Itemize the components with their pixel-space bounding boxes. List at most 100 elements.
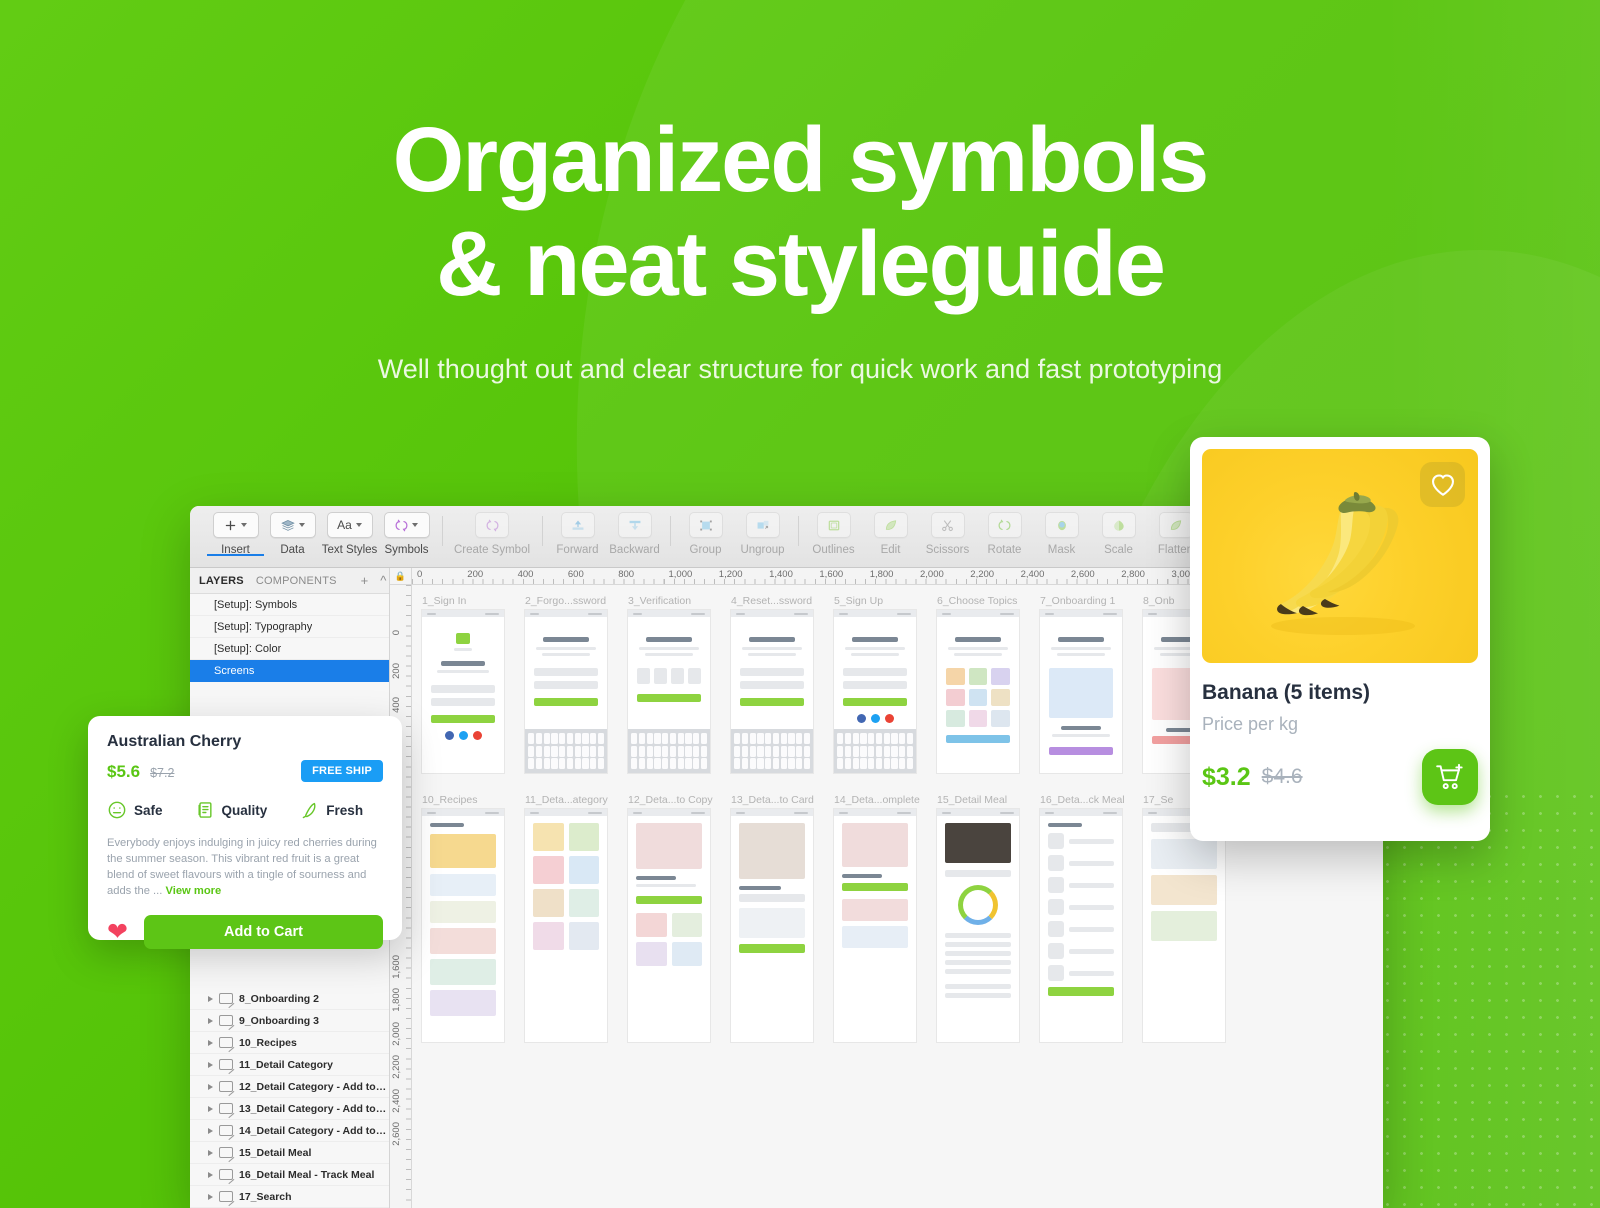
add-to-cart-icon-button[interactable]: [1422, 749, 1478, 805]
disclosure-triangle-icon[interactable]: [208, 1039, 213, 1046]
artboard[interactable]: 7_Onboarding 1: [1040, 595, 1122, 773]
artboard-canvas[interactable]: [1040, 809, 1122, 1042]
layer-item[interactable]: 16_Detail Meal - Track Meal: [190, 1164, 389, 1186]
artboard-canvas[interactable]: [525, 610, 607, 773]
artboard[interactable]: 5_Sign Up: [834, 595, 916, 773]
artboard[interactable]: 2_Forgo...ssword: [525, 595, 607, 773]
disclosure-triangle-icon[interactable]: [208, 1127, 213, 1134]
outlines-icon[interactable]: [816, 512, 851, 538]
toolbar-item-ungroup[interactable]: Ungroup: [734, 512, 791, 556]
move-forward-icon[interactable]: [560, 512, 595, 538]
disclosure-triangle-icon[interactable]: [208, 1171, 213, 1178]
mask-icon[interactable]: [1044, 512, 1079, 538]
layer-item[interactable]: [Setup]: Symbols: [190, 594, 389, 616]
chevron-up-icon[interactable]: ^: [380, 573, 386, 588]
artboard[interactable]: 11_Deta...ategory: [525, 794, 608, 1042]
artboard[interactable]: 12_Deta...to Copy: [628, 794, 713, 1042]
artboard[interactable]: 1_Sign In: [422, 595, 504, 773]
toolbar-item-scale[interactable]: Scale: [1090, 512, 1147, 556]
layer-item[interactable]: 8_Onboarding 2: [190, 988, 389, 1010]
artboard-canvas[interactable]: [422, 610, 504, 773]
layers-icon[interactable]: [269, 512, 316, 538]
plus-icon[interactable]: [212, 512, 259, 538]
disclosure-triangle-icon[interactable]: [208, 1061, 213, 1068]
disclosure-triangle-icon[interactable]: [208, 1105, 213, 1112]
symbol-loop-icon[interactable]: [475, 512, 509, 538]
disclosure-triangle-icon[interactable]: [208, 1017, 213, 1024]
group-icon[interactable]: [688, 512, 723, 538]
edit-icon[interactable]: [873, 512, 908, 538]
heart-filled-icon[interactable]: ❤: [107, 919, 128, 945]
artboard[interactable]: 13_Deta...to Card: [731, 794, 814, 1042]
artboard[interactable]: 15_Detail Meal: [937, 794, 1019, 1042]
tab-layers[interactable]: LAYERS: [199, 575, 244, 587]
symbol-loop-icon[interactable]: [383, 512, 430, 538]
add-to-cart-button[interactable]: Add to Cart: [143, 915, 383, 949]
layer-item[interactable]: [Setup]: Color: [190, 638, 389, 660]
layer-item[interactable]: 17_Search: [190, 1186, 389, 1208]
artboard-canvas[interactable]: [1143, 809, 1225, 1042]
product-card-banana[interactable]: Banana (5 items) Price per kg $3.2 $4.6: [1190, 437, 1490, 841]
artboard[interactable]: 3_Verification: [628, 595, 710, 773]
artboard-canvas[interactable]: [834, 809, 916, 1042]
layers-list-bottom[interactable]: 8_Onboarding 2 9_Onboarding 3 10_Recipes 11…: [190, 988, 389, 1208]
flatten-icon[interactable]: [1158, 512, 1193, 538]
layer-item[interactable]: 12_Detail Category - Add to C...: [190, 1076, 389, 1098]
artboard-canvas[interactable]: [937, 610, 1019, 773]
lock-icon[interactable]: 🔒: [395, 571, 406, 582]
toolbar-item-create-symbol[interactable]: Create Symbol: [449, 512, 535, 556]
favorite-button[interactable]: [1420, 462, 1465, 507]
layer-item[interactable]: [Setup]: Typography: [190, 616, 389, 638]
toolbar-item-text-styles[interactable]: Aa Text Styles: [321, 512, 378, 556]
artboard-canvas[interactable]: [937, 809, 1019, 1042]
artboard-canvas[interactable]: [1040, 610, 1122, 773]
artboard[interactable]: 16_Deta...ck Meal: [1040, 794, 1125, 1042]
scale-icon[interactable]: [1101, 512, 1136, 538]
tab-components[interactable]: COMPONENTS: [256, 575, 337, 587]
disclosure-triangle-icon[interactable]: [208, 1193, 213, 1200]
move-backward-icon[interactable]: [617, 512, 652, 538]
layer-item[interactable]: 15_Detail Meal: [190, 1142, 389, 1164]
toolbar-item-data[interactable]: Data: [264, 512, 321, 556]
chevron-down-icon[interactable]: [298, 523, 305, 527]
layer-item[interactable]: Screens: [190, 660, 389, 682]
toolbar-item-forward[interactable]: Forward: [549, 512, 606, 556]
toolbar-item-rotate[interactable]: Rotate: [976, 512, 1033, 556]
chevron-down-icon[interactable]: [241, 523, 247, 527]
artboard-canvas[interactable]: [525, 809, 607, 1042]
toolbar-item-group[interactable]: Group: [677, 512, 734, 556]
layer-item[interactable]: 11_Detail Category: [190, 1054, 389, 1076]
layer-item[interactable]: 14_Detail Category - Add to C...: [190, 1120, 389, 1142]
layer-item[interactable]: 9_Onboarding 3: [190, 1010, 389, 1032]
artboard[interactable]: 4_Reset...ssword: [731, 595, 813, 773]
toolbar-item-backward[interactable]: Backward: [606, 512, 663, 556]
artboard[interactable]: 14_Deta...omplete: [834, 794, 920, 1042]
chevron-down-icon[interactable]: [355, 523, 362, 527]
artboard[interactable]: 6_Choose Topics: [937, 595, 1019, 773]
layer-item[interactable]: 13_Detail Category - Add to C...: [190, 1098, 389, 1120]
plus-icon[interactable]: +: [361, 573, 369, 588]
disclosure-triangle-icon[interactable]: [208, 1149, 213, 1156]
view-more-link[interactable]: View more: [165, 885, 221, 897]
toolbar-item-symbols[interactable]: Symbols: [378, 512, 435, 556]
scissors-icon[interactable]: [930, 512, 965, 538]
text-aa-icon[interactable]: Aa: [326, 512, 373, 538]
artboard-canvas[interactable]: [834, 610, 916, 773]
toolbar-item-mask[interactable]: Mask: [1033, 512, 1090, 556]
artboard-canvas[interactable]: [731, 610, 813, 773]
artboard[interactable]: 10_Recipes: [422, 794, 504, 1042]
rotate-icon[interactable]: [987, 512, 1022, 538]
artboard-canvas[interactable]: [628, 610, 710, 773]
artboard-canvas[interactable]: [731, 809, 813, 1042]
product-card-cherry[interactable]: Australian Cherry FREE SHIP $5.6 $7.2 Sa…: [88, 716, 402, 949]
toolbar-item-outlines[interactable]: Outlines: [805, 512, 862, 556]
artboard-canvas[interactable]: [422, 809, 504, 1042]
toolbar-item-edit[interactable]: Edit: [862, 512, 919, 556]
toolbar-item-scissors[interactable]: Scissors: [919, 512, 976, 556]
ungroup-icon[interactable]: [745, 512, 780, 538]
artboard-canvas[interactable]: [628, 809, 710, 1042]
disclosure-triangle-icon[interactable]: [208, 995, 213, 1002]
toolbar-item-insert[interactable]: Insert: [207, 512, 264, 556]
chevron-down-icon[interactable]: [412, 523, 418, 527]
disclosure-triangle-icon[interactable]: [208, 1083, 213, 1090]
